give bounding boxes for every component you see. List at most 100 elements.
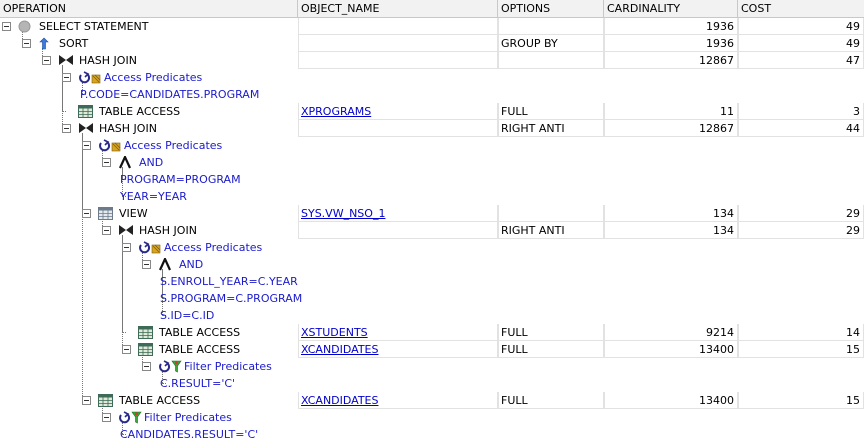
predicate-row[interactable]: Access Predicates	[0, 137, 864, 154]
collapse-toggle-icon[interactable]	[82, 209, 91, 218]
object-name-link[interactable]: XCANDIDATES	[301, 394, 378, 407]
plan-row[interactable]: HASH JOIN RIGHT ANTI 134 29	[0, 222, 864, 239]
plan-row[interactable]: TABLE ACCESS XPROGRAMS FULL 11 3	[0, 103, 864, 120]
predicate-row[interactable]: Access Predicates	[0, 69, 864, 86]
object-name-cell[interactable]: XCANDIDATES	[298, 341, 498, 358]
cardinality-cell: 13400	[604, 341, 738, 358]
predicate-label: S.ENROLL_YEAR=C.YEAR	[160, 275, 298, 288]
collapse-toggle-icon[interactable]	[102, 226, 111, 235]
column-header-cost[interactable]: COST	[738, 0, 864, 17]
predicate-label: Access Predicates	[124, 139, 223, 152]
column-header-operation[interactable]: OPERATION	[0, 0, 298, 17]
table-access-icon	[138, 343, 153, 359]
predicate-row[interactable]: YEAR=YEAR	[0, 188, 864, 205]
and-icon	[158, 256, 172, 274]
predicate-row[interactable]: P.CODE=CANDIDATES.PROGRAM	[0, 86, 864, 103]
predicate-label: YEAR=YEAR	[120, 190, 187, 203]
collapse-toggle-icon[interactable]	[82, 396, 91, 405]
object-name-link[interactable]: XSTUDENTS	[301, 326, 368, 339]
predicate-row[interactable]: AND	[0, 256, 864, 273]
plan-row[interactable]: VIEW SYS.VW_NSO_1 134 29	[0, 205, 864, 222]
predicate-label: PROGRAM=PROGRAM	[120, 173, 241, 186]
object-name-link[interactable]: XCANDIDATES	[301, 343, 378, 356]
predicate-label: Access Predicates	[104, 71, 203, 84]
collapse-toggle-icon[interactable]	[102, 158, 111, 167]
predicate-row[interactable]: Filter Predicates	[0, 358, 864, 375]
plan-row[interactable]: TABLE ACCESS XCANDIDATES FULL 13400 15	[0, 392, 864, 409]
plan-row[interactable]: TABLE ACCESS XCANDIDATES FULL 13400 15	[0, 341, 864, 358]
predicate-label: AND	[139, 156, 164, 169]
hash-join-icon	[58, 54, 74, 69]
collapse-toggle-icon[interactable]	[82, 141, 91, 150]
operation-label: TABLE ACCESS	[99, 105, 181, 118]
collapse-toggle-icon[interactable]	[122, 345, 131, 354]
object-name-cell	[298, 35, 498, 52]
plan-row[interactable]: HASH JOIN 12867 47	[0, 52, 864, 69]
predicate-row[interactable]: S.ENROLL_YEAR=C.YEAR	[0, 273, 864, 290]
sort-icon	[38, 37, 50, 53]
cost-cell: 3	[738, 103, 864, 120]
column-header-cardinality[interactable]: CARDINALITY	[604, 0, 738, 17]
object-name-cell[interactable]: XSTUDENTS	[298, 324, 498, 341]
collapse-toggle-icon[interactable]	[62, 73, 71, 82]
collapse-toggle-icon[interactable]	[2, 22, 11, 31]
options-cell: FULL	[498, 103, 604, 120]
options-cell: RIGHT ANTI	[498, 120, 604, 137]
predicate-row[interactable]: Access Predicates	[0, 239, 864, 256]
options-cell: GROUP BY	[498, 35, 604, 52]
options-cell	[498, 18, 604, 35]
and-icon	[118, 154, 132, 172]
plan-row[interactable]: TABLE ACCESS XSTUDENTS FULL 9214 14	[0, 324, 864, 341]
collapse-toggle-icon[interactable]	[42, 56, 51, 65]
collapse-toggle-icon[interactable]	[142, 260, 151, 269]
predicate-row[interactable]: AND	[0, 154, 864, 171]
column-header-options[interactable]: OPTIONS	[498, 0, 604, 17]
access-predicates-icon	[98, 139, 122, 155]
filter-predicates-icon	[158, 360, 182, 376]
operation-label: SELECT STATEMENT	[39, 20, 149, 33]
filter-predicates-icon	[118, 411, 142, 427]
predicate-row[interactable]: S.ID=C.ID	[0, 307, 864, 324]
predicate-row[interactable]: PROGRAM=PROGRAM	[0, 171, 864, 188]
predicate-label: CANDIDATES.RESULT='C'	[120, 428, 259, 441]
cost-cell: 47	[738, 52, 864, 69]
predicate-row[interactable]: Filter Predicates	[0, 409, 864, 426]
object-name-link[interactable]: XPROGRAMS	[301, 105, 371, 118]
object-name-cell	[298, 120, 498, 137]
predicate-label: S.PROGRAM=C.PROGRAM	[160, 292, 303, 305]
predicate-row[interactable]: S.PROGRAM=C.PROGRAM	[0, 290, 864, 307]
operation-label: SORT	[59, 37, 89, 50]
cardinality-cell: 1936	[604, 18, 738, 35]
operation-label: VIEW	[119, 207, 148, 220]
object-name-cell	[298, 52, 498, 69]
predicate-row[interactable]: C.RESULT='C'	[0, 375, 864, 392]
table-access-icon	[138, 326, 153, 342]
collapse-toggle-icon[interactable]	[142, 362, 151, 371]
operation-label: HASH JOIN	[139, 224, 197, 237]
object-name-cell[interactable]: SYS.VW_NSO_1	[298, 205, 498, 222]
collapse-toggle-icon[interactable]	[22, 39, 31, 48]
operation-label: TABLE ACCESS	[159, 326, 241, 339]
collapse-toggle-icon[interactable]	[62, 124, 71, 133]
explain-plan-grid: OPERATION OBJECT_NAME OPTIONS CARDINALIT…	[0, 0, 864, 445]
cardinality-cell: 12867	[604, 52, 738, 69]
plan-row[interactable]: SELECT STATEMENT 1936 49	[0, 18, 864, 35]
object-name-cell[interactable]: XCANDIDATES	[298, 392, 498, 409]
grid-header: OPERATION OBJECT_NAME OPTIONS CARDINALIT…	[0, 0, 864, 18]
collapse-toggle-icon[interactable]	[122, 243, 131, 252]
hash-join-icon	[118, 224, 134, 239]
operation-label: HASH JOIN	[99, 122, 157, 135]
plan-row[interactable]: SORT GROUP BY 1936 49	[0, 35, 864, 52]
predicate-row[interactable]: CANDIDATES.RESULT='C'	[0, 426, 864, 443]
plan-row[interactable]: HASH JOIN RIGHT ANTI 12867 44	[0, 120, 864, 137]
column-header-object-name[interactable]: OBJECT_NAME	[298, 0, 498, 17]
collapse-toggle-icon[interactable]	[102, 413, 111, 422]
operation-label: HASH JOIN	[79, 54, 137, 67]
object-name-link[interactable]: SYS.VW_NSO_1	[301, 207, 385, 220]
object-name-cell[interactable]: XPROGRAMS	[298, 103, 498, 120]
options-cell	[498, 52, 604, 69]
object-name-cell	[298, 222, 498, 239]
cardinality-cell: 1936	[604, 35, 738, 52]
cost-cell: 15	[738, 392, 864, 409]
predicate-label: P.CODE=CANDIDATES.PROGRAM	[80, 88, 260, 101]
